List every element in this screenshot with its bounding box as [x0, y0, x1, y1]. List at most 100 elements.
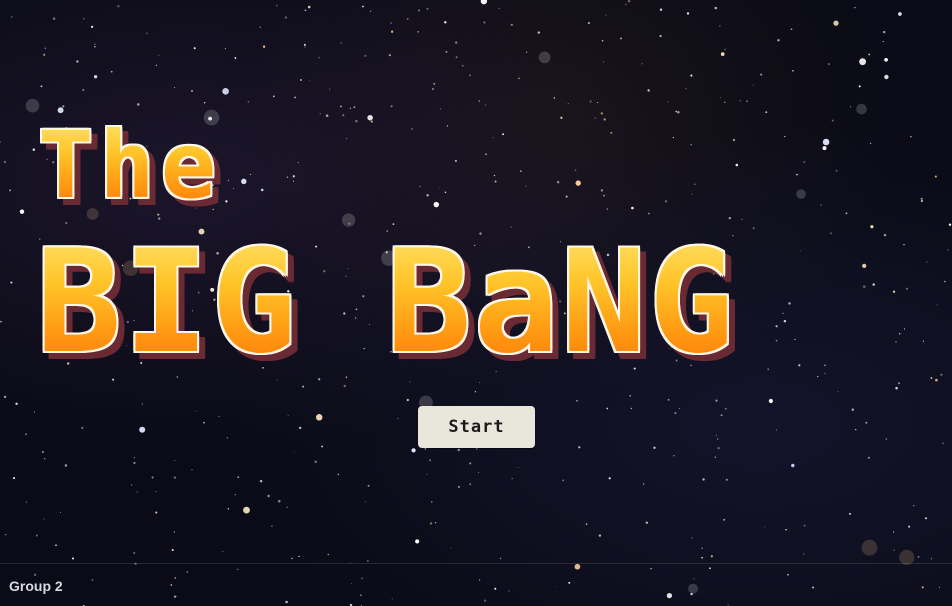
star	[345, 137, 348, 140]
star	[173, 531, 175, 533]
star	[723, 518, 726, 521]
star	[948, 223, 952, 226]
star	[678, 407, 681, 410]
star	[286, 506, 288, 508]
star	[920, 199, 923, 203]
star	[343, 384, 347, 388]
star	[417, 31, 419, 33]
star-glow	[538, 51, 551, 64]
star	[455, 56, 458, 59]
star	[445, 50, 448, 53]
star	[431, 87, 434, 91]
star	[519, 170, 522, 172]
star	[483, 21, 486, 24]
star	[426, 473, 428, 475]
star	[594, 117, 596, 119]
star	[307, 5, 311, 9]
star	[790, 28, 793, 31]
star	[767, 368, 769, 371]
star	[647, 89, 650, 92]
star	[858, 85, 861, 88]
star	[406, 398, 409, 402]
star	[926, 261, 928, 263]
star	[768, 398, 773, 404]
group-label: Group 2	[9, 578, 63, 594]
star	[191, 90, 193, 92]
star	[417, 9, 421, 12]
star	[388, 54, 391, 57]
star	[782, 312, 784, 314]
star	[446, 125, 449, 127]
star	[862, 263, 867, 269]
star	[419, 185, 421, 187]
star	[724, 48, 726, 51]
star	[833, 20, 839, 26]
star	[64, 464, 68, 467]
star	[267, 494, 270, 498]
star	[439, 108, 441, 110]
star	[62, 105, 65, 108]
star	[444, 21, 447, 24]
star	[659, 8, 663, 11]
star	[913, 504, 915, 507]
star	[44, 458, 46, 460]
star	[869, 142, 872, 145]
star	[898, 382, 900, 385]
star	[12, 477, 16, 480]
star	[627, 0, 631, 3]
star	[500, 557, 502, 559]
star	[474, 391, 477, 393]
star	[321, 445, 324, 448]
star	[222, 550, 224, 552]
star	[777, 39, 780, 42]
star	[298, 555, 300, 558]
star	[664, 200, 668, 203]
star	[686, 12, 690, 15]
star	[76, 60, 79, 63]
star	[286, 176, 289, 178]
star	[606, 407, 609, 410]
star	[292, 180, 295, 182]
star	[739, 100, 741, 102]
star	[411, 448, 416, 453]
star	[631, 206, 634, 210]
star	[171, 548, 174, 552]
star	[859, 58, 866, 66]
star	[925, 517, 927, 520]
star	[776, 429, 778, 431]
star	[204, 102, 206, 104]
star	[803, 524, 806, 527]
star	[367, 484, 370, 487]
star	[390, 105, 393, 108]
star	[556, 180, 560, 184]
star	[608, 477, 611, 480]
star	[71, 557, 75, 560]
star	[232, 187, 234, 190]
star	[367, 560, 369, 562]
star	[93, 75, 98, 79]
star	[785, 528, 787, 531]
star	[249, 173, 251, 176]
star	[444, 191, 447, 194]
star	[930, 377, 933, 379]
star	[783, 319, 787, 323]
star	[227, 508, 230, 510]
star	[845, 212, 848, 215]
star	[131, 484, 133, 486]
star	[353, 106, 356, 108]
star	[0, 141, 1, 143]
star	[935, 378, 938, 382]
start-button[interactable]: Start	[418, 406, 535, 448]
star	[25, 433, 27, 435]
star	[600, 189, 604, 192]
star	[327, 553, 330, 556]
star	[715, 434, 717, 436]
star	[203, 421, 205, 424]
star	[450, 547, 452, 549]
star	[136, 491, 138, 493]
star	[110, 70, 113, 73]
star	[19, 209, 25, 214]
star	[788, 302, 791, 305]
star	[752, 227, 755, 230]
star	[42, 451, 44, 453]
